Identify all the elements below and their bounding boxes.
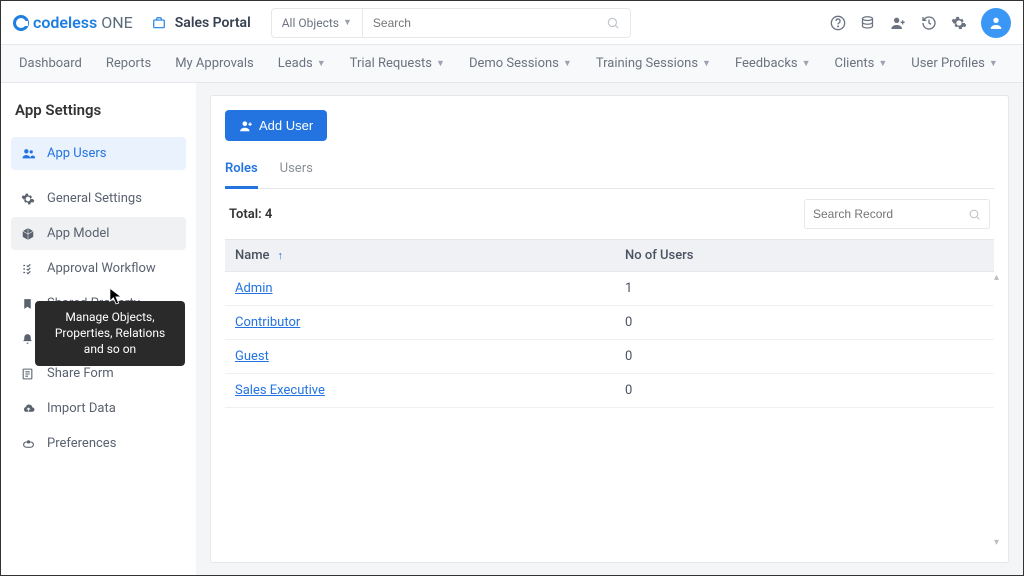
topbar: codelessONE Sales Portal All Objects ▼ <box>1 1 1023 45</box>
preferences-icon <box>21 437 37 450</box>
help-icon[interactable] <box>830 15 846 31</box>
sidebar-item-label: General Settings <box>47 191 142 206</box>
brand-name-a: codeless <box>33 13 97 32</box>
role-link[interactable]: Guest <box>235 349 269 364</box>
scrollbar[interactable]: ▴ ▾ <box>994 272 1006 548</box>
table-body: Admin 1 Contributor 0 Guest 0 Sales Exec… <box>225 272 994 408</box>
sidebar-item-general[interactable]: General Settings <box>11 182 186 215</box>
search-icon[interactable] <box>596 16 630 30</box>
search-scope-label: All Objects <box>282 16 339 30</box>
nav-training[interactable]: Training Sessions▼ <box>596 56 711 71</box>
table-row: Guest 0 <box>225 340 994 374</box>
sidebar-item-label: App Users <box>47 146 106 161</box>
table-row: Admin 1 <box>225 272 994 306</box>
nav-trial[interactable]: Trial Requests▼ <box>350 56 445 71</box>
scroll-up-icon: ▴ <box>994 272 1006 283</box>
add-user-button[interactable]: Add User <box>225 110 327 141</box>
global-search: All Objects ▼ <box>271 8 631 38</box>
tab-roles[interactable]: Roles <box>225 155 258 189</box>
role-count: 0 <box>615 374 994 407</box>
users-icon <box>21 147 37 160</box>
history-icon[interactable] <box>921 15 937 31</box>
role-count: 0 <box>615 306 994 339</box>
sidebar-item-label: App Model <box>47 226 109 241</box>
portal-name[interactable]: Sales Portal <box>175 15 251 31</box>
caret-down-icon: ▼ <box>343 17 352 28</box>
roles-panel: Add User Roles Users Total: 4 Name ↑ <box>210 95 1009 563</box>
record-search-input[interactable] <box>813 207 968 221</box>
sidebar-item-import-data[interactable]: Import Data <box>11 392 186 425</box>
table-toolbar: Total: 4 <box>225 189 994 239</box>
role-link[interactable]: Contributor <box>235 315 300 330</box>
nav-reports[interactable]: Reports <box>106 56 151 71</box>
role-link[interactable]: Sales Executive <box>235 383 325 398</box>
nav-dashboard[interactable]: Dashboard <box>19 56 82 71</box>
main-nav: Dashboard Reports My Approvals Leads▼ Tr… <box>1 45 1023 83</box>
form-icon <box>21 367 37 381</box>
role-link[interactable]: Admin <box>235 281 273 296</box>
caret-down-icon: ▼ <box>989 58 998 69</box>
nav-clients[interactable]: Clients▼ <box>835 56 888 71</box>
col-name-header[interactable]: Name ↑ <box>225 240 615 271</box>
checklist-icon <box>21 262 37 276</box>
nav-approvals[interactable]: My Approvals <box>175 56 254 71</box>
search-scope-dropdown[interactable]: All Objects ▼ <box>272 9 363 37</box>
sort-asc-icon: ↑ <box>278 249 284 262</box>
database-icon[interactable] <box>860 15 875 31</box>
content-area: Add User Roles Users Total: 4 Name ↑ <box>196 83 1023 575</box>
caret-down-icon: ▼ <box>802 58 811 69</box>
table-header: Name ↑ No of Users <box>225 239 994 272</box>
cube-icon <box>21 227 37 241</box>
sidebar-item-label: Preferences <box>47 436 116 451</box>
record-search <box>804 199 990 229</box>
caret-down-icon: ▼ <box>317 58 326 69</box>
user-plus-icon <box>239 119 253 133</box>
nav-demo[interactable]: Demo Sessions▼ <box>469 56 572 71</box>
brand-logo[interactable]: codelessONE <box>13 13 133 32</box>
briefcase-icon <box>151 16 167 30</box>
settings-sidebar: App Settings App Users General Settings … <box>1 83 196 575</box>
user-avatar[interactable] <box>981 8 1011 38</box>
search-input[interactable] <box>363 16 596 30</box>
roles-users-tabs: Roles Users <box>225 155 994 189</box>
sidebar-item-label: Approval Workflow <box>47 261 156 276</box>
scroll-down-icon: ▾ <box>994 537 1006 548</box>
role-count: 0 <box>615 340 994 373</box>
nav-feedbacks[interactable]: Feedbacks▼ <box>735 56 811 71</box>
logo-mark-icon <box>13 15 29 31</box>
total-count: Total: 4 <box>229 207 272 222</box>
caret-down-icon: ▼ <box>702 58 711 69</box>
caret-down-icon: ▼ <box>436 58 445 69</box>
caret-down-icon: ▼ <box>878 58 887 69</box>
cloud-upload-icon <box>21 402 37 415</box>
sidebar-item-app-model[interactable]: App Model <box>11 217 186 250</box>
nav-leads[interactable]: Leads▼ <box>278 56 326 71</box>
table-row: Sales Executive 0 <box>225 374 994 408</box>
sidebar-item-label: Share Form <box>47 366 114 381</box>
sidebar-item-approval-workflow[interactable]: Approval Workflow <box>11 252 186 285</box>
table-row: Contributor 0 <box>225 306 994 340</box>
nav-profiles[interactable]: User Profiles▼ <box>911 56 997 71</box>
sidebar-item-label: Import Data <box>47 401 116 416</box>
topbar-actions <box>830 8 1011 38</box>
sidebar-item-preferences[interactable]: Preferences <box>11 427 186 460</box>
app-model-tooltip: Manage Objects, Properties, Relations an… <box>35 301 185 366</box>
tab-users[interactable]: Users <box>280 155 313 188</box>
caret-down-icon: ▼ <box>563 58 572 69</box>
col-count-header[interactable]: No of Users <box>615 240 994 271</box>
sidebar-title: App Settings <box>11 101 186 119</box>
gear-icon[interactable] <box>951 15 967 31</box>
brand-name-b: ONE <box>101 13 133 32</box>
role-count: 1 <box>615 272 994 305</box>
add-user-label: Add User <box>259 118 313 133</box>
gear-icon <box>21 192 37 206</box>
sidebar-item-app-users[interactable]: App Users <box>11 137 186 170</box>
main-area: App Settings App Users General Settings … <box>1 83 1023 575</box>
search-icon[interactable] <box>968 208 981 221</box>
user-add-icon[interactable] <box>889 15 907 31</box>
